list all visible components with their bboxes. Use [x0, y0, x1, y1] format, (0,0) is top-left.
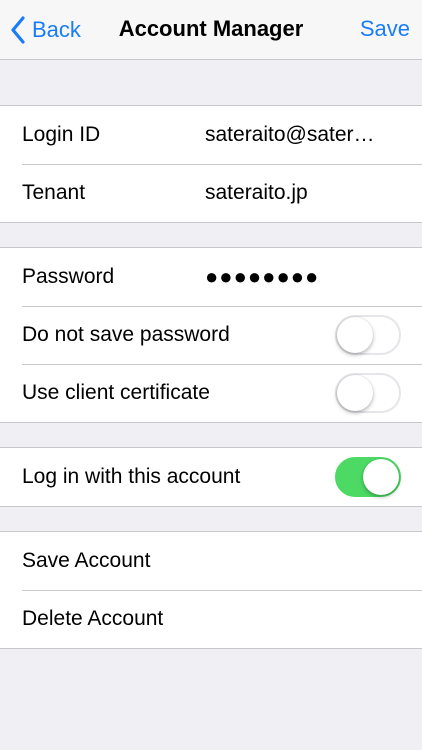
- login-id-label: Login ID: [22, 123, 101, 146]
- login-section: Log in with this account: [0, 447, 422, 507]
- password-row[interactable]: Password ●●●●●●●●: [0, 248, 422, 306]
- login-id-value[interactable]: sateraito@sater…: [205, 123, 395, 147]
- toggle-knob: [337, 317, 373, 353]
- toggle-knob: [337, 375, 373, 411]
- use-client-certificate-label: Use client certificate: [22, 381, 210, 404]
- password-field[interactable]: ●●●●●●●●: [205, 264, 319, 290]
- credentials-section: Login ID sateraito@sater… Tenant saterai…: [0, 105, 422, 223]
- log-in-with-account-toggle[interactable]: [335, 457, 401, 497]
- delete-account-label: Delete Account: [22, 607, 164, 630]
- toggle-knob: [363, 459, 399, 495]
- delete-account-button[interactable]: Delete Account: [0, 590, 422, 648]
- login-id-row[interactable]: Login ID sateraito@sater…: [0, 106, 422, 164]
- log-in-with-account-label: Log in with this account: [22, 465, 241, 488]
- save-button[interactable]: Save: [360, 16, 410, 42]
- do-not-save-password-label: Do not save password: [22, 323, 230, 346]
- use-client-certificate-row: Use client certificate: [0, 364, 422, 422]
- do-not-save-password-row: Do not save password: [0, 306, 422, 364]
- page-title: Account Manager: [118, 16, 304, 41]
- password-label: Password: [22, 265, 115, 288]
- save-account-label: Save Account: [22, 549, 151, 572]
- navigation-bar: Back Account Manager Save: [0, 0, 422, 60]
- actions-section: Save Account Delete Account: [0, 531, 422, 649]
- password-section: Password ●●●●●●●● Do not save password U…: [0, 247, 422, 423]
- save-account-button[interactable]: Save Account: [0, 532, 422, 590]
- tenant-label: Tenant: [22, 181, 86, 204]
- tenant-row[interactable]: Tenant sateraito.jp: [0, 164, 422, 222]
- log-in-with-account-row: Log in with this account: [0, 448, 422, 506]
- use-client-certificate-toggle[interactable]: [335, 373, 401, 413]
- tenant-value[interactable]: sateraito.jp: [205, 181, 395, 205]
- do-not-save-password-toggle[interactable]: [335, 315, 401, 355]
